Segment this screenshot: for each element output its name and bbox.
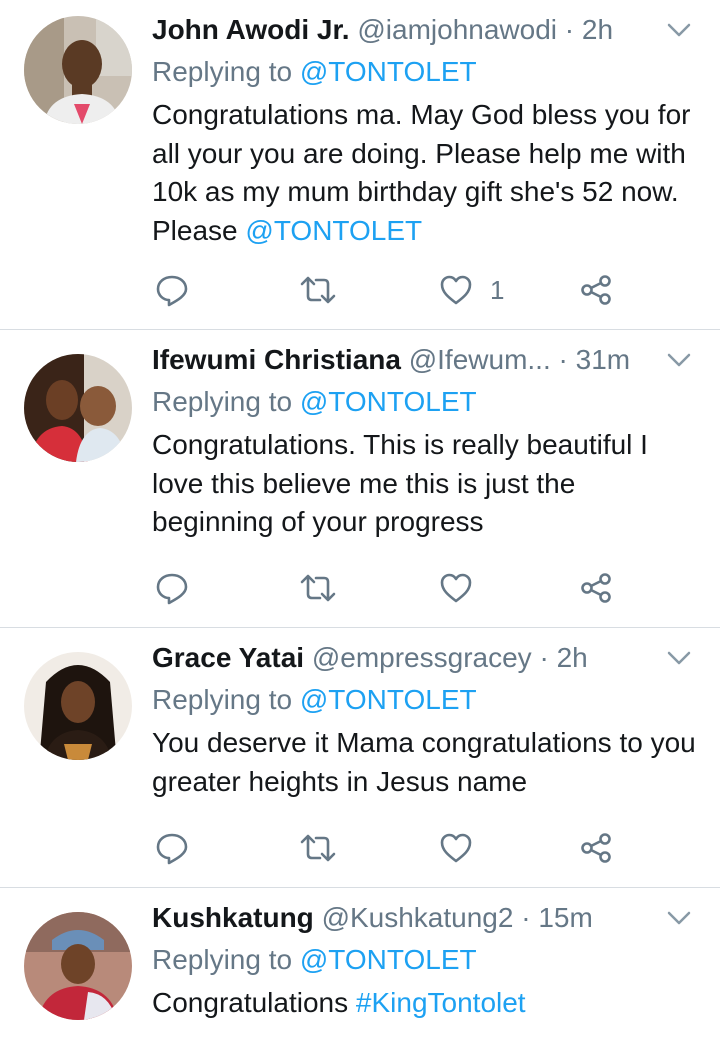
replying-to-label: Replying to xyxy=(152,684,300,715)
user-handle[interactable]: @Ifewum... xyxy=(409,344,551,375)
reply-mention[interactable]: @TONTOLET xyxy=(300,386,477,417)
heart-icon xyxy=(440,573,472,603)
like-count: 1 xyxy=(490,274,505,305)
tweet-header: Grace Yatai @empressgracey · 2h xyxy=(152,638,672,678)
avatar[interactable] xyxy=(24,16,132,124)
reply-icon xyxy=(156,833,188,865)
retweet-icon xyxy=(300,276,336,304)
tweet-header: Ifewumi Christiana @Ifewum... · 31m xyxy=(152,340,672,380)
tweet-text: Congratulations #KingTontolet xyxy=(152,984,700,1023)
avatar[interactable] xyxy=(24,912,132,1020)
timestamp[interactable]: 15m xyxy=(538,902,592,933)
like-button[interactable] xyxy=(438,568,474,608)
timestamp[interactable]: 31m xyxy=(576,344,630,375)
tweet-body: Congratulations. This is really beautifu… xyxy=(152,429,648,537)
tweet-text: Congratulations. This is really beautifu… xyxy=(152,426,700,542)
tweet-body: You deserve it Mama congratulations to y… xyxy=(152,727,696,797)
heart-icon xyxy=(440,833,472,863)
like-button[interactable] xyxy=(438,828,474,868)
separator: · xyxy=(531,642,557,673)
replying-to-label: Replying to xyxy=(152,944,300,975)
chevron-down-icon[interactable] xyxy=(666,350,692,370)
timestamp[interactable]: 2h xyxy=(557,642,588,673)
chevron-down-icon[interactable] xyxy=(666,20,692,40)
tweet[interactable]: Kushkatung @Kushkatung2 · 15m Replying t… xyxy=(0,888,720,1042)
reply-button[interactable] xyxy=(154,270,190,310)
share-button[interactable] xyxy=(578,828,614,868)
retweet-button[interactable] xyxy=(298,568,338,608)
reply-mention[interactable]: @TONTOLET xyxy=(300,56,477,87)
tweet-header: Kushkatung @Kushkatung2 · 15m xyxy=(152,898,672,938)
tweet[interactable]: Grace Yatai @empressgracey · 2h Replying… xyxy=(0,628,720,888)
heart-icon xyxy=(440,275,472,305)
timestamp[interactable]: 2h xyxy=(582,14,613,45)
replying-to: Replying to @TONTOLET xyxy=(152,682,477,718)
reply-button[interactable] xyxy=(154,568,190,608)
replying-to: Replying to @TONTOLET xyxy=(152,54,477,90)
share-icon xyxy=(581,573,611,603)
hashtag-link[interactable]: #KingTontolet xyxy=(356,987,526,1018)
replying-to-label: Replying to xyxy=(152,386,300,417)
chevron-down-icon[interactable] xyxy=(666,908,692,928)
display-name[interactable]: John Awodi Jr. xyxy=(152,14,350,45)
retweet-button[interactable] xyxy=(298,270,338,310)
share-button[interactable] xyxy=(578,270,614,310)
share-icon xyxy=(581,275,611,305)
avatar-photo xyxy=(24,652,132,760)
tweet-text: You deserve it Mama congratulations to y… xyxy=(152,724,700,801)
tweet-header: John Awodi Jr. @iamjohnawodi · 2h xyxy=(152,10,672,50)
tweet-actions xyxy=(152,568,632,608)
reply-mention[interactable]: @TONTOLET xyxy=(300,944,477,975)
user-handle[interactable]: @iamjohnawodi xyxy=(357,14,557,45)
display-name[interactable]: Kushkatung xyxy=(152,902,314,933)
avatar-photo xyxy=(24,354,132,462)
reply-button[interactable] xyxy=(154,828,190,868)
reply-icon xyxy=(156,573,188,605)
user-handle[interactable]: @empressgracey xyxy=(312,642,532,673)
retweet-icon xyxy=(300,574,336,602)
share-button[interactable] xyxy=(578,568,614,608)
separator: · xyxy=(550,344,576,375)
like-button[interactable]: 1 xyxy=(438,270,504,310)
replying-to-label: Replying to xyxy=(152,56,300,87)
replying-to: Replying to @TONTOLET xyxy=(152,384,477,420)
reply-mention[interactable]: @TONTOLET xyxy=(300,684,477,715)
retweet-icon xyxy=(300,834,336,862)
retweet-button[interactable] xyxy=(298,828,338,868)
tweet-text: Congratulations ma. May God bless you fo… xyxy=(152,96,700,250)
tweet-actions: 1 xyxy=(152,270,632,310)
reply-icon xyxy=(156,275,188,307)
avatar[interactable] xyxy=(24,652,132,760)
chevron-down-icon[interactable] xyxy=(666,648,692,668)
share-icon xyxy=(581,833,611,863)
display-name[interactable]: Ifewumi Christiana xyxy=(152,344,401,375)
display-name[interactable]: Grace Yatai xyxy=(152,642,304,673)
user-handle[interactable]: @Kushkatung2 xyxy=(322,902,514,933)
replying-to: Replying to @TONTOLET xyxy=(152,942,477,978)
mention-link[interactable]: @TONTOLET xyxy=(245,215,422,246)
avatar-photo xyxy=(24,16,132,124)
separator: · xyxy=(557,14,582,45)
tweet[interactable]: John Awodi Jr. @iamjohnawodi · 2h Replyi… xyxy=(0,0,720,330)
tweet[interactable]: Ifewumi Christiana @Ifewum... · 31m Repl… xyxy=(0,330,720,628)
avatar-photo xyxy=(24,912,132,1020)
separator: · xyxy=(513,902,539,933)
tweet-actions xyxy=(152,828,632,868)
tweet-body: Congratulations xyxy=(152,987,356,1018)
avatar[interactable] xyxy=(24,354,132,462)
